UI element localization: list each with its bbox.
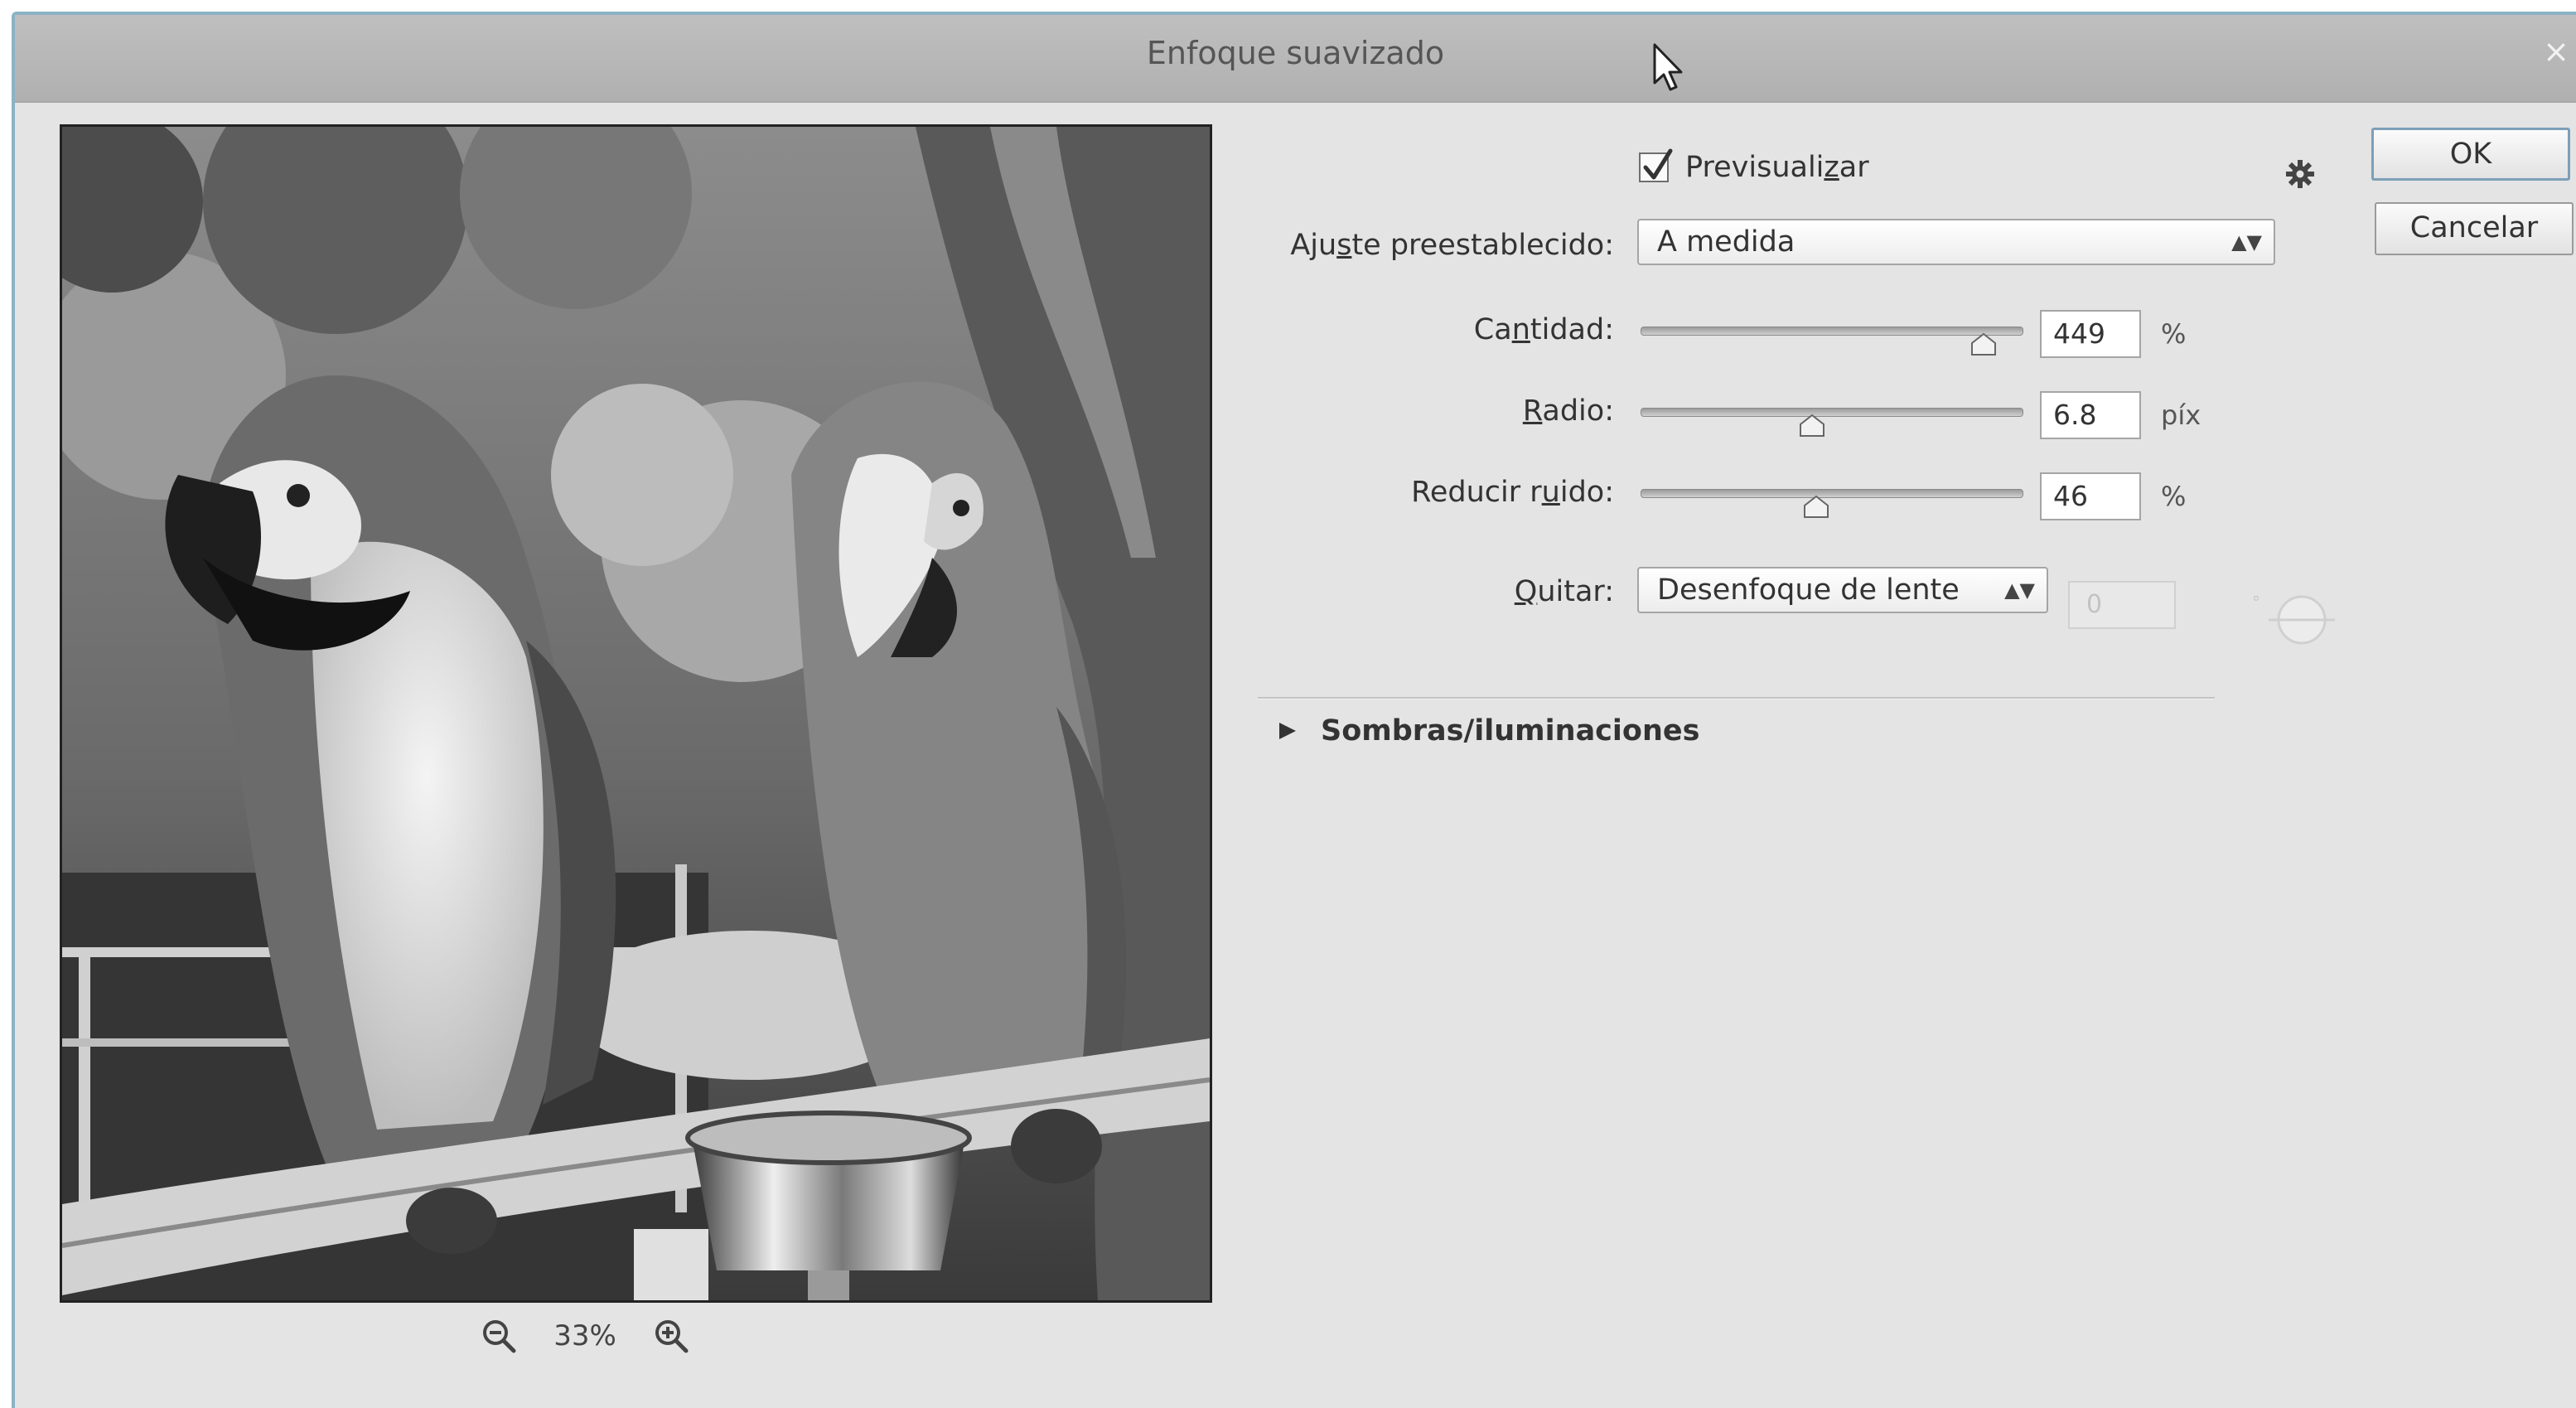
svg-text:°: ° <box>2252 593 2260 612</box>
parrots-photo <box>62 127 1210 1300</box>
amount-slider[interactable] <box>1641 327 2023 336</box>
noise-input[interactable]: 46 <box>2040 472 2141 520</box>
noise-slider[interactable] <box>1641 489 2023 498</box>
shadows-highlights-toggle[interactable]: Sombras/iluminaciones <box>1274 714 1699 748</box>
dialog-title: Enfoque suavizado <box>1146 35 1445 71</box>
amount-input[interactable]: 449 <box>2040 310 2141 358</box>
preview-label[interactable]: Previsualizar <box>1685 151 1869 184</box>
noise-unit: % <box>2161 481 2187 512</box>
radius-slider[interactable] <box>1641 408 2023 417</box>
amount-slider-thumb[interactable] <box>1969 331 1998 356</box>
image-preview[interactable] <box>60 124 1212 1303</box>
amount-label: Cantidad: <box>1473 313 1614 346</box>
close-icon[interactable]: × <box>2543 35 2569 68</box>
zoom-out-icon[interactable] <box>479 1316 519 1356</box>
radius-label: Radio: <box>1522 394 1614 428</box>
noise-label: Reducir ruido: <box>1411 476 1614 509</box>
mouse-cursor-icon <box>1653 43 1683 91</box>
radius-input[interactable]: 6.8 <box>2040 391 2141 439</box>
cancel-button[interactable]: Cancelar <box>2375 202 2574 255</box>
select-arrows-icon: ▲▼ <box>2231 230 2262 254</box>
amount-unit: % <box>2161 318 2187 350</box>
preset-value: A medida <box>1657 225 1795 259</box>
angle-input: 0 <box>2068 581 2176 629</box>
remove-label: Quitar: <box>1514 575 1614 608</box>
checkmark-icon <box>1643 148 1673 180</box>
preset-label: Ajuste preestablecido: <box>1290 229 1614 262</box>
noise-slider-thumb[interactable] <box>1801 494 1831 519</box>
zoom-level: 33% <box>553 1319 616 1352</box>
remove-select[interactable]: Desenfoque de lente ▲▼ <box>1637 567 2048 613</box>
disclosure-triangle-icon <box>1279 723 1296 739</box>
zoom-in-icon[interactable] <box>651 1316 691 1356</box>
radius-unit: píx <box>2161 399 2201 431</box>
section-separator <box>1258 697 2215 699</box>
ok-button[interactable]: OK <box>2371 128 2570 181</box>
title-bar[interactable]: Enfoque suavizado × <box>15 15 2576 103</box>
unsharp-mask-dialog: Enfoque suavizado × 33% Previsualizar OK… <box>12 12 2576 1408</box>
remove-value: Desenfoque de lente <box>1657 573 1960 607</box>
preset-select[interactable]: A medida ▲▼ <box>1637 219 2275 265</box>
angle-dial-icon: ° <box>2252 593 2335 645</box>
preview-checkbox[interactable] <box>1639 148 1673 182</box>
gear-icon[interactable] <box>2284 157 2317 191</box>
shadows-highlights-label: Sombras/iluminaciones <box>1321 714 1700 748</box>
select-arrows-icon: ▲▼ <box>2004 578 2035 602</box>
zoom-controls: 33% <box>479 1316 691 1356</box>
radius-slider-thumb[interactable] <box>1797 413 1827 438</box>
